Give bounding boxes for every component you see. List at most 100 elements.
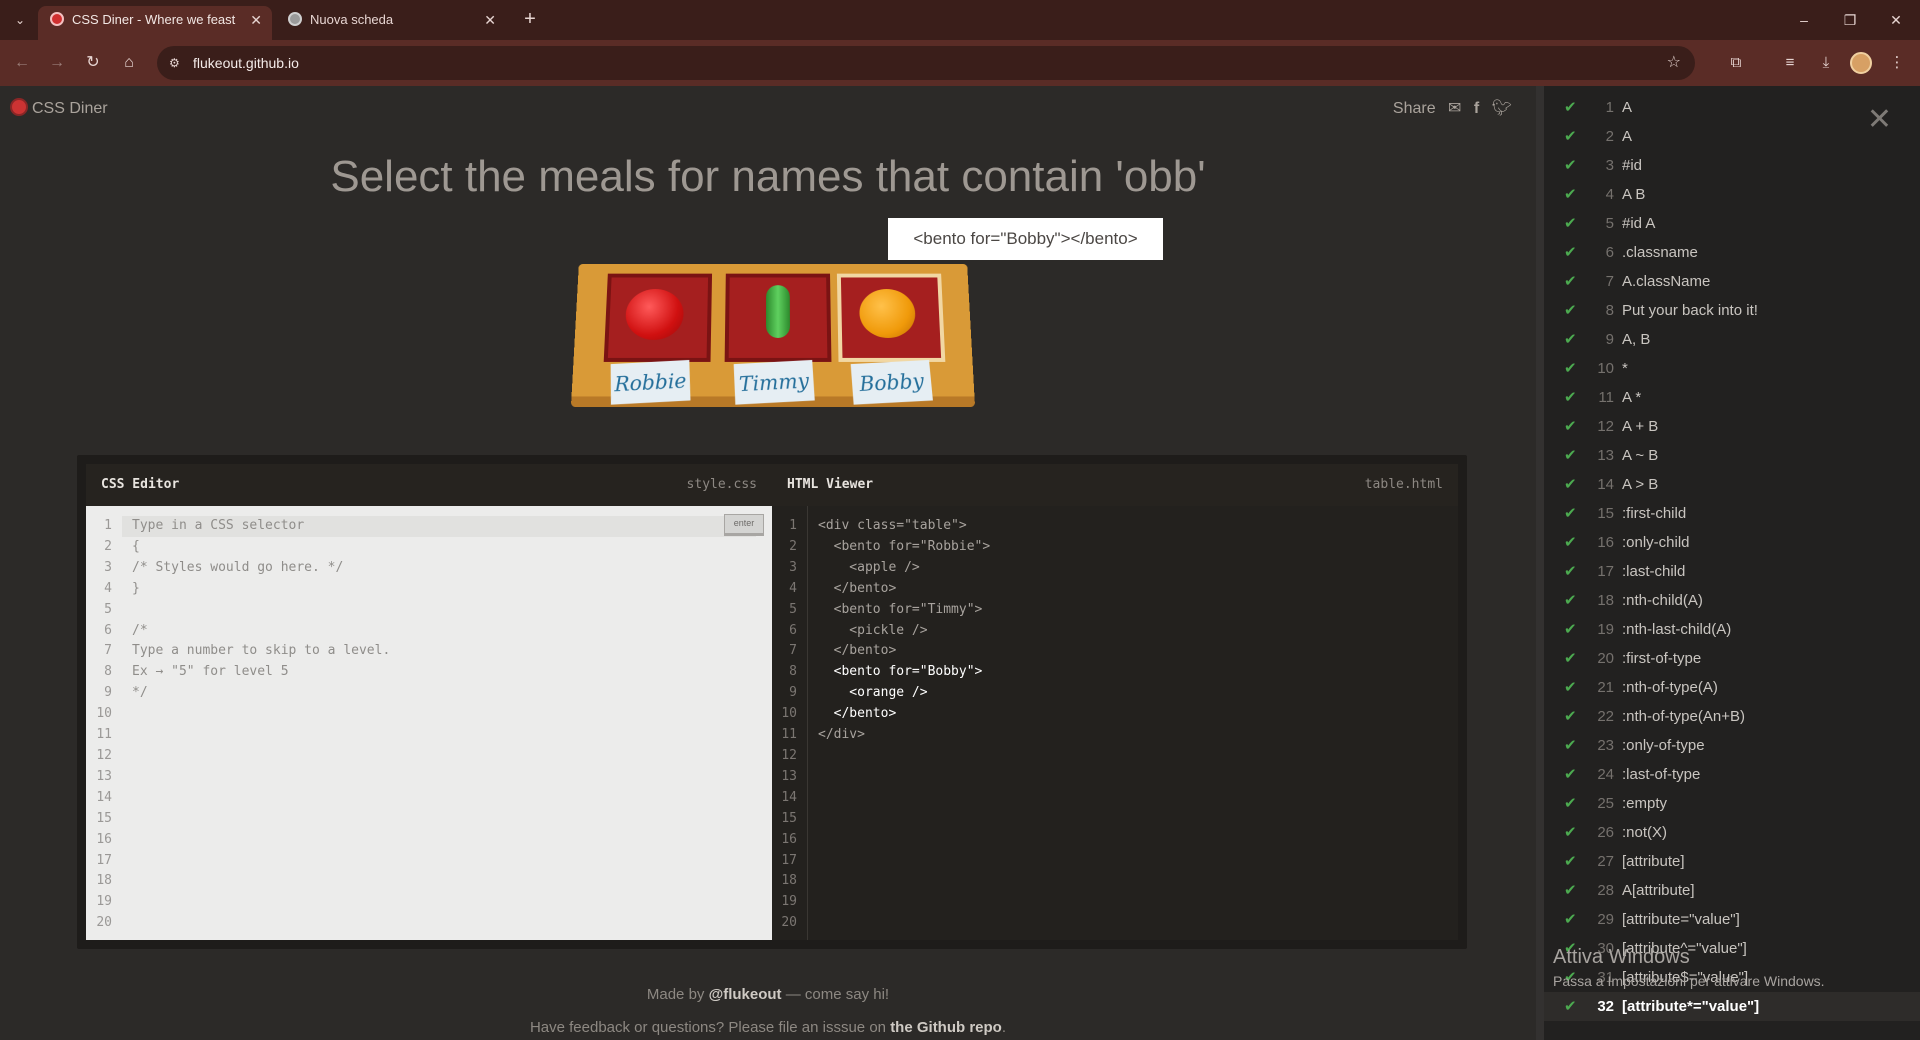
- minimize-icon[interactable]: –: [1781, 0, 1827, 40]
- address-bar[interactable]: ⚙ flukeout.github.io ☆: [157, 46, 1695, 80]
- html-line[interactable]: <apple />: [818, 558, 990, 579]
- level-item-2[interactable]: ✔ 2 A: [1564, 122, 1632, 151]
- level-item-15[interactable]: ✔ 15:first-child: [1564, 499, 1686, 528]
- level-item-17[interactable]: ✔ 17:last-child: [1564, 557, 1685, 586]
- tab-css-diner[interactable]: CSS Diner - Where we feast on ✕: [38, 6, 272, 40]
- tab-close-icon[interactable]: ✕: [250, 6, 262, 34]
- site-logo[interactable]: CSS Diner: [10, 98, 108, 118]
- close-sidebar-icon[interactable]: ✕: [1867, 102, 1892, 137]
- html-viewer-header: HTML Viewer table.html: [772, 464, 1458, 506]
- level-item-16[interactable]: ✔ 16:only-child: [1564, 528, 1690, 557]
- level-item-32[interactable]: ✔ 32 [attribute*="value"]: [1544, 992, 1920, 1021]
- tab-search-button[interactable]: ⌄: [8, 8, 32, 32]
- forward-icon[interactable]: →: [43, 49, 71, 77]
- orange[interactable]: [858, 289, 917, 338]
- checkmark-icon: ✔: [1564, 534, 1577, 551]
- level-item-7[interactable]: ✔ 7 A.className: [1564, 267, 1710, 296]
- checkmark-icon: ✔: [1564, 360, 1577, 377]
- css-diner-favicon-icon: [50, 12, 64, 26]
- level-item-18[interactable]: ✔ 18:nth-child(A): [1564, 586, 1703, 615]
- level-item-1[interactable]: ✔ 1 A: [1564, 93, 1632, 122]
- menu-kebab-icon[interactable]: ⋮: [1883, 49, 1911, 77]
- apple[interactable]: [624, 289, 685, 340]
- footer-github-link[interactable]: the Github repo: [890, 1019, 1002, 1036]
- level-label: A + B: [1622, 418, 1659, 435]
- level-item-8[interactable]: ✔ 8 Put your back into it!: [1564, 296, 1758, 325]
- level-item-19[interactable]: ✔ 19:nth-last-child(A): [1564, 615, 1731, 644]
- home-icon[interactable]: ⌂: [115, 49, 143, 77]
- level-item-10[interactable]: ✔ 10 *: [1564, 354, 1628, 383]
- html-line[interactable]: <div class="table">: [818, 516, 990, 537]
- tab-new-tab[interactable]: Nuova scheda ✕: [276, 6, 506, 40]
- close-window-icon[interactable]: ✕: [1873, 0, 1919, 40]
- bookmark-star-icon[interactable]: ☆: [1667, 46, 1681, 80]
- html-line[interactable]: </bento>: [818, 641, 990, 662]
- level-item-23[interactable]: ✔ 23:only-of-type: [1564, 731, 1705, 760]
- footer-feedback-prefix: Have feedback or questions? Please file …: [529, 1019, 887, 1036]
- css-line-numbers: 1 2 3 4 5 6 7 8 9 10 11 12 13 14 15 16 17 18 19 20: [86, 506, 122, 940]
- email-icon[interactable]: ✉: [1448, 100, 1461, 117]
- level-item-24[interactable]: ✔ 24:last-of-type: [1564, 760, 1700, 789]
- level-number: 28: [1597, 882, 1614, 899]
- level-item-27[interactable]: ✔ 27 [attribute]: [1564, 847, 1685, 876]
- pickle[interactable]: [765, 285, 791, 338]
- level-item-21[interactable]: ✔ 21:nth-of-type(A): [1564, 673, 1718, 702]
- twitter-icon[interactable]: 🐦︎: [1492, 100, 1512, 117]
- level-number: 18: [1597, 592, 1614, 609]
- level-item-9[interactable]: ✔ 9 A, B: [1564, 325, 1650, 354]
- level-item-11[interactable]: ✔ 11 A *: [1564, 383, 1641, 412]
- line-number: 11: [781, 727, 797, 743]
- url-text: flukeout.github.io: [193, 55, 299, 71]
- site-info-icon[interactable]: ⚙: [169, 55, 185, 71]
- line-number: 5: [104, 601, 112, 617]
- level-item-20[interactable]: ✔ 20:first-of-type: [1564, 644, 1701, 673]
- html-line[interactable]: <pickle />: [818, 621, 990, 642]
- level-label: :empty: [1622, 795, 1668, 812]
- html-line[interactable]: </div>: [818, 725, 990, 746]
- line-number: 20: [96, 915, 112, 931]
- tab-close-icon[interactable]: ✕: [484, 6, 496, 34]
- css-selector-placeholder[interactable]: Type in a CSS selector: [132, 518, 304, 533]
- line-number: 9: [104, 685, 112, 701]
- html-line[interactable]: </bento>: [818, 704, 990, 725]
- restore-icon[interactable]: ❐: [1827, 0, 1873, 40]
- html-line[interactable]: </bento>: [818, 579, 990, 600]
- html-line[interactable]: <bento for="Timmy">: [818, 600, 990, 621]
- enter-button[interactable]: enter: [724, 514, 764, 536]
- extensions-icon[interactable]: ⧉: [1722, 49, 1750, 77]
- bento-timmy[interactable]: [724, 273, 832, 362]
- reload-icon[interactable]: ↻: [79, 49, 107, 77]
- level-item-14[interactable]: ✔ 14 A > B: [1564, 470, 1658, 499]
- level-label: A *: [1622, 389, 1642, 406]
- level-item-4[interactable]: ✔ 4 A B: [1564, 180, 1645, 209]
- back-icon[interactable]: ←: [8, 49, 36, 77]
- download-icon[interactable]: ⤓: [1812, 49, 1840, 77]
- level-item-26[interactable]: ✔ 26:not(X): [1564, 818, 1667, 847]
- bento-bobby[interactable]: [836, 273, 946, 362]
- level-number: 10: [1597, 360, 1614, 377]
- level-item-28[interactable]: ✔ 28 A[attribute]: [1564, 876, 1695, 905]
- level-item-22[interactable]: ✔ 22:nth-of-type(An+B): [1564, 702, 1745, 731]
- level-item-12[interactable]: ✔ 12 A + B: [1564, 412, 1658, 441]
- media-icon[interactable]: ≡: [1776, 49, 1804, 77]
- level-item-13[interactable]: ✔ 13 A ~ B: [1564, 441, 1658, 470]
- dining-table: Robbie Timmy Bobby: [570, 264, 976, 407]
- checkmark-icon: ✔: [1564, 998, 1577, 1015]
- facebook-icon[interactable]: f: [1474, 100, 1479, 117]
- new-tab-button[interactable]: +: [518, 8, 542, 32]
- html-line[interactable]: <bento for="Bobby">: [818, 662, 990, 683]
- level-item-5[interactable]: ✔ 5 #id A: [1564, 209, 1655, 238]
- html-line[interactable]: <bento for="Robbie">: [818, 537, 991, 558]
- footer-handle-link[interactable]: @flukeout: [709, 986, 782, 1003]
- bento-robbie[interactable]: [603, 273, 713, 362]
- level-item-29[interactable]: ✔ 29 [attribute="value"]: [1564, 905, 1740, 934]
- nametag-timmy: Timmy: [733, 359, 815, 405]
- checkmark-icon: ✔: [1564, 186, 1577, 203]
- checkmark-icon: ✔: [1564, 128, 1577, 145]
- level-item-3[interactable]: ✔ 3 #id: [1564, 151, 1642, 180]
- level-item-25[interactable]: ✔ 25:empty: [1564, 789, 1667, 818]
- level-item-6[interactable]: ✔ 6 .classname: [1564, 238, 1698, 267]
- level-number: 20: [1597, 650, 1614, 667]
- profile-avatar[interactable]: [1850, 52, 1872, 74]
- html-line[interactable]: <orange />: [818, 683, 990, 704]
